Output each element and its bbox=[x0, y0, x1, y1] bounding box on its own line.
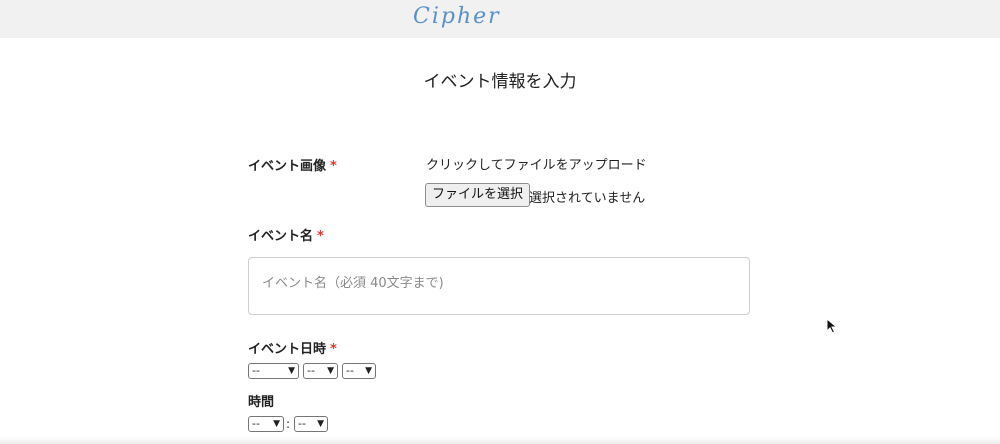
year-select[interactable]: -- ▼ bbox=[248, 363, 299, 379]
month-select[interactable]: -- ▼ bbox=[303, 363, 338, 379]
day-select-value: -- bbox=[346, 364, 354, 377]
minute-select[interactable]: -- ▼ bbox=[294, 416, 328, 432]
event-name-placeholder: イベント名（必須 40文字まで) bbox=[262, 276, 444, 291]
month-select-value: -- bbox=[307, 364, 315, 377]
year-select-value: -- bbox=[252, 364, 260, 377]
event-date-label: イベント日時 * bbox=[248, 338, 337, 357]
event-name-label: イベント名 * bbox=[248, 225, 324, 244]
choose-file-button[interactable]: ファイルを選択 bbox=[425, 183, 531, 207]
bottom-shadow bbox=[0, 436, 1000, 444]
event-date-label-text: イベント日時 bbox=[248, 342, 327, 357]
time-label: 時間 bbox=[248, 395, 275, 410]
mouse-cursor-icon bbox=[826, 318, 838, 334]
header-bar: Cipher bbox=[0, 0, 1000, 38]
required-mark: * bbox=[317, 229, 324, 244]
page-title: イベント情報を入力 bbox=[423, 72, 577, 92]
logo[interactable]: Cipher bbox=[413, 4, 501, 29]
required-mark: * bbox=[330, 159, 337, 174]
chevron-down-icon: ▼ bbox=[273, 419, 280, 429]
minute-select-value: -- bbox=[298, 417, 306, 430]
time-separator: : bbox=[286, 417, 291, 431]
hour-select[interactable]: -- ▼ bbox=[248, 416, 284, 432]
event-name-input[interactable]: イベント名（必須 40文字まで) bbox=[248, 257, 750, 315]
chevron-down-icon: ▼ bbox=[365, 366, 372, 376]
file-status: 選択されていません bbox=[529, 191, 646, 206]
event-name-label-text: イベント名 bbox=[248, 229, 314, 244]
event-image-label-text: イベント画像 bbox=[248, 159, 327, 174]
event-image-label: イベント画像 * bbox=[248, 155, 337, 174]
day-select[interactable]: -- ▼ bbox=[342, 363, 376, 379]
upload-hint[interactable]: クリックしてファイルをアップロード bbox=[426, 154, 647, 173]
chevron-down-icon: ▼ bbox=[288, 366, 295, 376]
hour-select-value: -- bbox=[252, 417, 260, 430]
required-mark: * bbox=[330, 342, 337, 357]
chevron-down-icon: ▼ bbox=[327, 366, 334, 376]
chevron-down-icon: ▼ bbox=[317, 419, 324, 429]
